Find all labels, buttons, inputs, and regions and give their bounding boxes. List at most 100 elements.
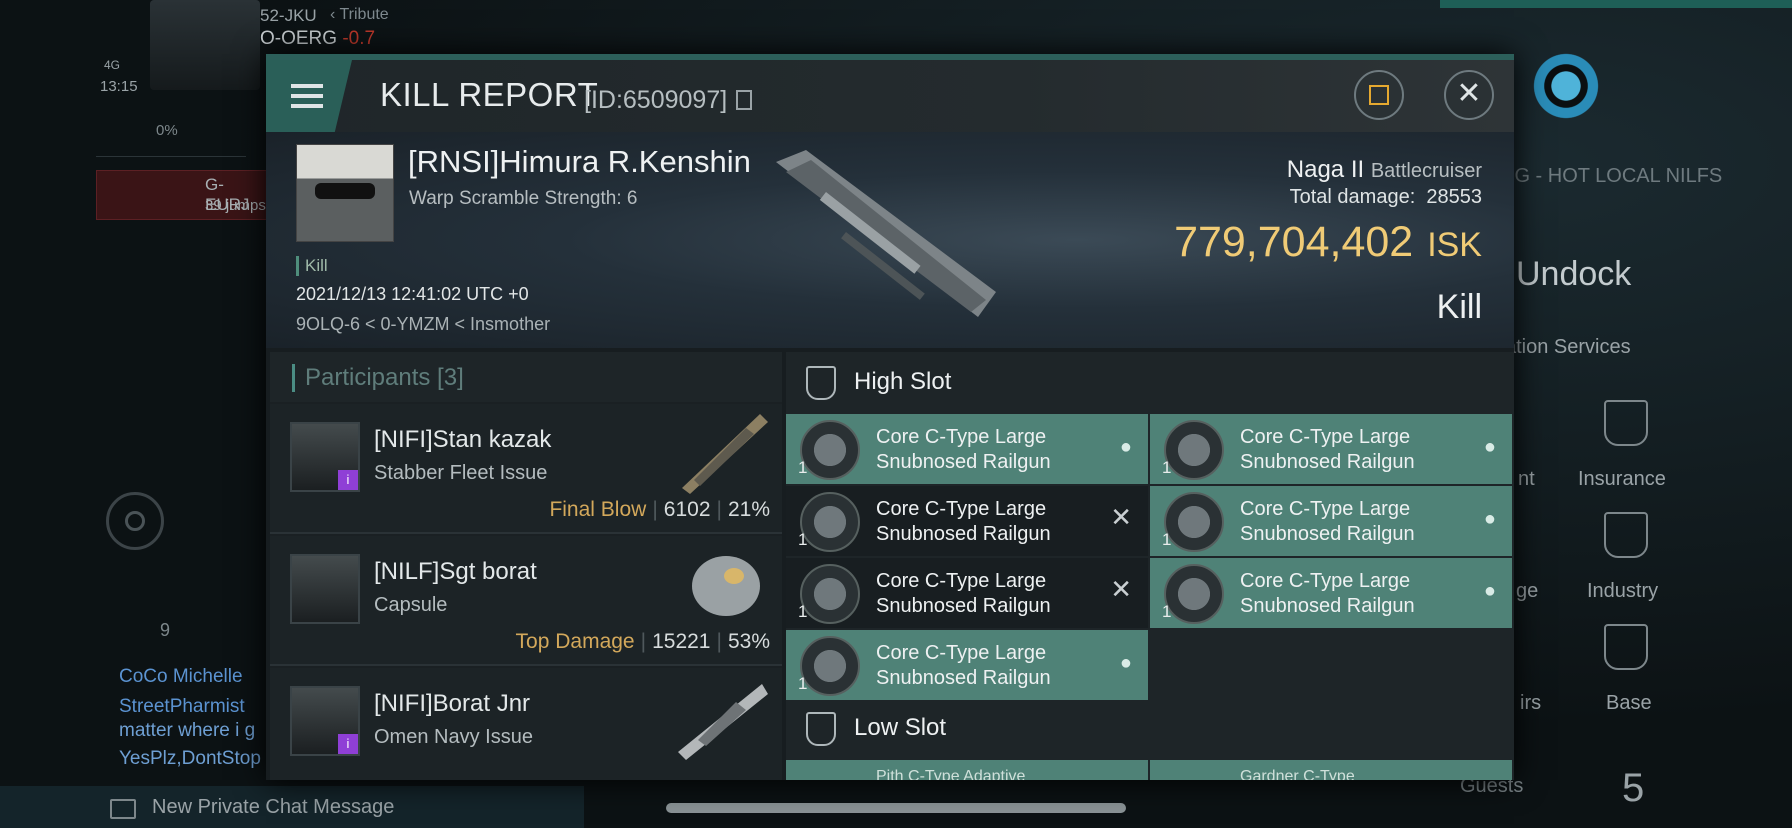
cargo-bar[interactable]: 0% bbox=[96, 108, 246, 157]
participants-panel: Participants [3] i [NIFI]Stan kazak Stab… bbox=[270, 352, 782, 780]
module-name: Core C-Type Large Snubnosed Railgun bbox=[876, 498, 1051, 545]
module-dropped[interactable]: Gardner C-Type bbox=[1150, 760, 1512, 780]
participant-row[interactable]: i [NIFI]Stan kazak Stabber Fleet Issue F… bbox=[270, 404, 782, 534]
railgun-icon bbox=[800, 636, 860, 696]
industry-icon bbox=[1604, 512, 1648, 558]
base-button[interactable]: Base bbox=[1606, 692, 1652, 715]
module-name: Core C-Type Large Snubnosed Railgun bbox=[876, 570, 1051, 617]
pilot-icon: ● bbox=[1483, 436, 1496, 458]
low-slot-header: Low Slot bbox=[786, 698, 1514, 762]
railgun-icon bbox=[800, 492, 860, 552]
destroyed-icon: ✕ bbox=[1110, 574, 1132, 604]
participant-ship: Stabber Fleet Issue bbox=[374, 462, 548, 484]
corporation-logo bbox=[1510, 30, 1622, 142]
security-status: O-OERG -0.7 bbox=[260, 28, 376, 49]
service-partial[interactable]: nt bbox=[1518, 468, 1535, 491]
chat-line[interactable]: matter where i g bbox=[119, 720, 255, 742]
victim-portrait[interactable] bbox=[296, 144, 394, 242]
module-dropped[interactable]: 1 Core C-Type Large Snubnosed Railgun ● bbox=[1150, 486, 1512, 556]
insurance-icon bbox=[1604, 400, 1648, 446]
victim-name[interactable]: [RNSI]Himura R.Kenshin bbox=[408, 144, 751, 180]
info-icon: i bbox=[338, 470, 358, 490]
victim-ship-image[interactable] bbox=[766, 142, 1016, 332]
victim-banner: [RNSI]Himura R.Kenshin Warp Scramble Str… bbox=[266, 132, 1514, 348]
private-chat-bar[interactable]: New Private Chat Message bbox=[0, 786, 584, 828]
railgun-icon bbox=[1164, 564, 1224, 624]
kill-location[interactable]: 9OLQ-6 < 0-YMZM < Insmother bbox=[296, 314, 550, 335]
service-partial[interactable]: ge bbox=[1516, 580, 1538, 603]
service-partial[interactable]: irs bbox=[1520, 692, 1541, 715]
chat-icon bbox=[110, 799, 136, 819]
pilot-icon: ● bbox=[1119, 436, 1132, 458]
chat-member-count[interactable]: 9 bbox=[100, 620, 170, 641]
low-slot-icon bbox=[806, 712, 836, 746]
kill-report-dialog: KILL REPORT [ID:6509097] ✕ [RNSI]Himura … bbox=[266, 54, 1514, 780]
participant-name: [NIFI]Stan kazak bbox=[374, 426, 552, 453]
share-button[interactable] bbox=[1354, 70, 1404, 120]
base-icon bbox=[1604, 624, 1648, 670]
avatar[interactable]: i bbox=[290, 422, 360, 492]
info-icon: i bbox=[338, 734, 358, 754]
participant-ship-image bbox=[678, 684, 768, 760]
module-name: Core C-Type Large Snubnosed Railgun bbox=[1240, 498, 1415, 545]
railgun-icon bbox=[800, 564, 860, 624]
module-dropped[interactable]: 1 Core C-Type Large Snubnosed Railgun ● bbox=[1150, 558, 1512, 628]
participant-stats: Top Damage | 15221 | 53% bbox=[515, 630, 770, 653]
local-channel[interactable]: RG - HOT LOCAL NILFS bbox=[1500, 164, 1722, 188]
participant-ship-image bbox=[682, 414, 768, 494]
clock: 13:15 bbox=[100, 78, 138, 95]
industry-button[interactable]: Industry bbox=[1587, 580, 1658, 603]
home-indicator[interactable] bbox=[666, 803, 1126, 813]
destroyed-icon: ✕ bbox=[1110, 502, 1132, 532]
victim-ship-name[interactable]: Naga II Battlecruiser bbox=[1287, 156, 1482, 184]
module-dropped[interactable]: 1 Core C-Type Large Snubnosed Railgun ● bbox=[786, 414, 1148, 484]
module-dropped[interactable]: 1 Core C-Type Large Snubnosed Railgun ● bbox=[1150, 414, 1512, 484]
undock-button[interactable]: Undock bbox=[1516, 255, 1631, 294]
top-accent-bar bbox=[1440, 0, 1792, 8]
participant-name: [NIFI]Borat Jnr bbox=[374, 690, 531, 717]
close-button[interactable]: ✕ bbox=[1444, 70, 1494, 120]
high-slot-icon bbox=[806, 366, 836, 400]
guests-count: 5 bbox=[1622, 766, 1645, 810]
route-panel[interactable]: G-EURJ 39 jumps bbox=[96, 170, 268, 220]
target-icon[interactable] bbox=[106, 492, 164, 550]
module-dropped[interactable]: Pith C-Type Adaptive bbox=[786, 760, 1148, 780]
module-destroyed[interactable]: 1 Core C-Type Large Snubnosed Railgun ✕ bbox=[786, 558, 1148, 628]
warp-scramble-strength: Warp Scramble Strength: 6 bbox=[409, 188, 638, 209]
menu-button[interactable] bbox=[266, 60, 352, 132]
participant-row[interactable]: i [NIFI]Borat Jnr Omen Navy Issue bbox=[270, 668, 782, 780]
insurance-button[interactable]: Insurance bbox=[1578, 468, 1666, 491]
participant-stats: Final Blow | 6102 | 21% bbox=[549, 498, 770, 521]
railgun-icon bbox=[1164, 420, 1224, 480]
signal-indicator: 4G bbox=[104, 58, 121, 72]
total-damage: Total damage: 28553 bbox=[1289, 186, 1482, 208]
region-name: ‹ Tribute bbox=[330, 6, 389, 23]
module-name: Core C-Type Large Snubnosed Railgun bbox=[876, 642, 1051, 689]
copy-icon[interactable] bbox=[736, 90, 752, 110]
dialog-header: KILL REPORT [ID:6509097] ✕ bbox=[266, 60, 1514, 132]
participants-header: Participants [3] bbox=[270, 352, 782, 402]
participant-ship: Capsule bbox=[374, 594, 448, 616]
pilot-portrait[interactable] bbox=[150, 0, 260, 90]
chat-line[interactable]: CoCo Michelle bbox=[119, 666, 243, 688]
module-dropped[interactable]: 1 Core C-Type Large Snubnosed Railgun ● bbox=[786, 630, 1148, 700]
kill-type-tag: Kill bbox=[296, 256, 328, 276]
module-name: Pith C-Type Adaptive bbox=[876, 768, 1026, 780]
pilot-icon: ● bbox=[1119, 652, 1132, 674]
chat-line[interactable]: YesPlz,DontStop bbox=[119, 748, 261, 770]
module-name: Gardner C-Type bbox=[1240, 768, 1355, 780]
participant-row[interactable]: [NILF]Sgt borat Capsule Top Damage | 15221… bbox=[270, 536, 782, 666]
chat-line[interactable]: StreetPharmist bbox=[119, 696, 245, 718]
system-name[interactable]: 52-JKU bbox=[260, 6, 317, 26]
railgun-icon bbox=[800, 420, 860, 480]
avatar[interactable]: i bbox=[290, 686, 360, 756]
module-name: Core C-Type Large Snubnosed Railgun bbox=[1240, 570, 1415, 617]
pilot-icon: ● bbox=[1483, 508, 1496, 530]
module-name: Core C-Type Large Snubnosed Railgun bbox=[1240, 426, 1415, 473]
avatar[interactable] bbox=[290, 554, 360, 624]
fitting-panel: High Slot 1 Core C-Type Large Snubnosed … bbox=[786, 352, 1514, 780]
module-destroyed[interactable]: 1 Core C-Type Large Snubnosed Railgun ✕ bbox=[786, 486, 1148, 556]
participant-ship: Omen Navy Issue bbox=[374, 726, 533, 748]
dialog-title: KILL REPORT bbox=[380, 76, 599, 113]
isk-value: 779,704,402 ISK bbox=[1174, 218, 1482, 266]
